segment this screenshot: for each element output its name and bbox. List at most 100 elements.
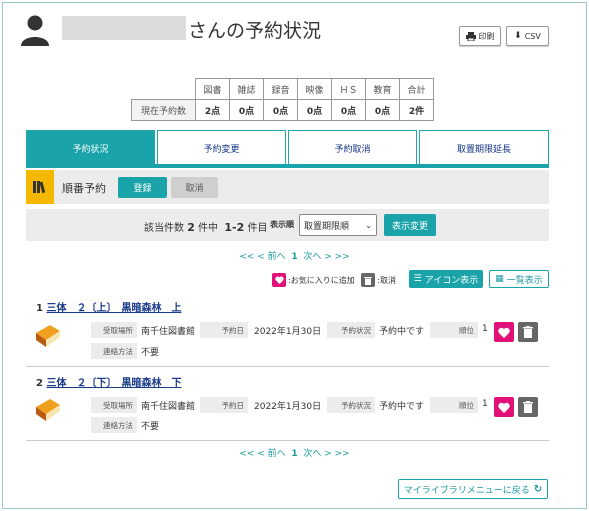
stats-value: 0点 <box>229 99 264 121</box>
label-pickup: 受取場所 <box>91 397 137 413</box>
label-rank: 順位 <box>430 322 478 338</box>
display-change-button[interactable]: 表示変更 <box>384 214 436 236</box>
pager-prev[interactable]: << < 前へ <box>239 252 285 262</box>
pager-current: 1 <box>291 252 298 262</box>
stats-value: 0点 <box>331 99 366 121</box>
stats-col-header: ＨＳ <box>331 78 366 100</box>
count-mid: 件中 <box>198 223 219 234</box>
books-icon <box>26 170 54 204</box>
contact-value: 不要 <box>141 348 160 358</box>
grid-icon: ▦ <box>495 274 504 284</box>
tab-reservation-change[interactable]: 予約変更 <box>157 130 286 166</box>
list-view-label: 一覧表示 <box>506 275 543 286</box>
range-value: 1-2 <box>224 221 245 234</box>
stats-row-header: 現在予約数 <box>131 99 196 121</box>
list-view-button[interactable]: ▦ 一覧表示 <box>489 270 549 288</box>
item-title-link[interactable]: 三体 ２〔上〕 黒暗森林 上 <box>46 303 181 314</box>
register-button[interactable]: 登録 <box>118 177 167 198</box>
divider <box>26 440 549 441</box>
remove-button[interactable] <box>518 397 538 417</box>
list-icon: ☰ <box>413 274 422 284</box>
reserve-date-value: 2022年1月30日 <box>254 327 322 337</box>
print-label: 印刷 <box>478 31 495 41</box>
stats-col-header: 教育 <box>365 78 400 100</box>
back-to-mylibrary-button[interactable]: マイライブラリメニューに戻る ↻ <box>398 479 548 499</box>
stats-header-row: 図書 雑誌 録音 映像 ＨＳ 教育 合計 <box>131 78 434 100</box>
sort-selected: 取置期限順 <box>304 221 350 232</box>
trash-icon <box>523 326 533 338</box>
print-button[interactable]: 印刷 <box>459 26 501 46</box>
pager-top: << < 前へ 1 次へ > >> <box>0 249 589 262</box>
count-value: 2 <box>187 221 195 234</box>
tab-underline <box>26 164 549 168</box>
order-reservation-label: 順番予約 <box>62 182 106 195</box>
trash-icon <box>523 401 533 413</box>
pager-bottom: << < 前へ 1 次へ > >> <box>0 446 589 459</box>
download-icon: ⬇ <box>514 31 522 41</box>
label-reserve-date: 予約日 <box>200 397 248 413</box>
rank-value: 1 <box>482 324 488 334</box>
reservation-count-table: 図書 雑誌 録音 映像 ＨＳ 教育 合計 現在予約数 2点 0点 0点 0点 0… <box>131 78 434 121</box>
tab-hold-extension[interactable]: 取置期限延長 <box>419 130 549 166</box>
user-icon <box>21 15 49 46</box>
pickup-value: 南千住図書館 <box>141 327 196 337</box>
tab-reservation-status[interactable]: 予約状況 <box>26 130 155 166</box>
stats-value: 0点 <box>263 99 298 121</box>
favorite-add-button[interactable] <box>494 322 514 342</box>
sort-label: 表示順 <box>270 220 294 229</box>
stats-corner <box>131 78 196 100</box>
book-icon <box>36 325 60 347</box>
user-name-redacted <box>62 16 186 40</box>
remove-button[interactable] <box>518 322 538 342</box>
page-title: さんの予約状況 <box>188 20 322 42</box>
label-status: 予約状況 <box>327 322 375 338</box>
printer-icon <box>465 31 476 41</box>
item-title-1: 1 三体 ２〔上〕 黒暗森林 上 <box>36 299 181 314</box>
pager-current: 1 <box>291 449 298 459</box>
cancel-order-button[interactable]: 取消 <box>171 177 218 198</box>
pickup-value: 南千住図書館 <box>141 402 196 412</box>
favorite-add-button[interactable] <box>494 397 514 417</box>
stats-value-row: 現在予約数 2点 0点 0点 0点 0点 0点 2件 <box>131 99 434 121</box>
tab-reservation-cancel[interactable]: 予約取消 <box>288 130 417 166</box>
refresh-icon: ↻ <box>533 483 543 495</box>
back-label: マイライブラリメニューに戻る <box>403 485 530 496</box>
rank-value: 1 <box>482 399 488 409</box>
label-rank: 順位 <box>430 397 478 413</box>
stats-col-header: 映像 <box>297 78 332 100</box>
icon-view-label: アイコン表示 <box>424 275 479 286</box>
stats-col-header: 図書 <box>195 78 230 100</box>
status-value: 予約中です <box>379 402 425 412</box>
heart-plus-icon <box>498 327 510 338</box>
label-contact: 連絡方法 <box>91 417 137 433</box>
label-contact: 連絡方法 <box>91 343 137 359</box>
item-number: 2 <box>36 378 43 389</box>
count-prefix: 該当件数 <box>144 223 184 234</box>
stats-col-header: 録音 <box>263 78 298 100</box>
chevron-down-icon: ⌄ <box>365 220 372 230</box>
pager-next[interactable]: 次へ > >> <box>303 449 349 459</box>
sort-select[interactable]: 取置期限順 ⌄ <box>299 214 377 236</box>
csv-label: CSV <box>524 31 541 41</box>
pager-prev[interactable]: << < 前へ <box>239 449 285 459</box>
label-pickup: 受取場所 <box>91 322 137 338</box>
item-title-link[interactable]: 三体 ２〔下〕 黒暗森林 下 <box>46 378 181 389</box>
contact-value: 不要 <box>141 422 160 432</box>
trash-icon <box>361 273 376 287</box>
heart-plus-icon <box>272 273 286 287</box>
item-number: 1 <box>36 303 43 314</box>
book-icon <box>36 399 60 421</box>
legend-remove: :取消 <box>377 275 396 285</box>
legend-favorite: :お気に入りに追加 <box>288 275 355 285</box>
status-value: 予約中です <box>379 327 425 337</box>
stats-col-header: 合計 <box>399 78 434 100</box>
label-status: 予約状況 <box>327 397 375 413</box>
stats-value: 0点 <box>297 99 332 121</box>
icon-view-button[interactable]: ☰ アイコン表示 <box>409 270 483 288</box>
stats-value: 0点 <box>365 99 400 121</box>
csv-button[interactable]: ⬇ CSV <box>506 26 549 46</box>
label-reserve-date: 予約日 <box>200 322 248 338</box>
stats-col-header: 雑誌 <box>229 78 264 100</box>
pager-next[interactable]: 次へ > >> <box>303 252 349 262</box>
legend: :お気に入りに追加 :取消 <box>272 273 396 287</box>
